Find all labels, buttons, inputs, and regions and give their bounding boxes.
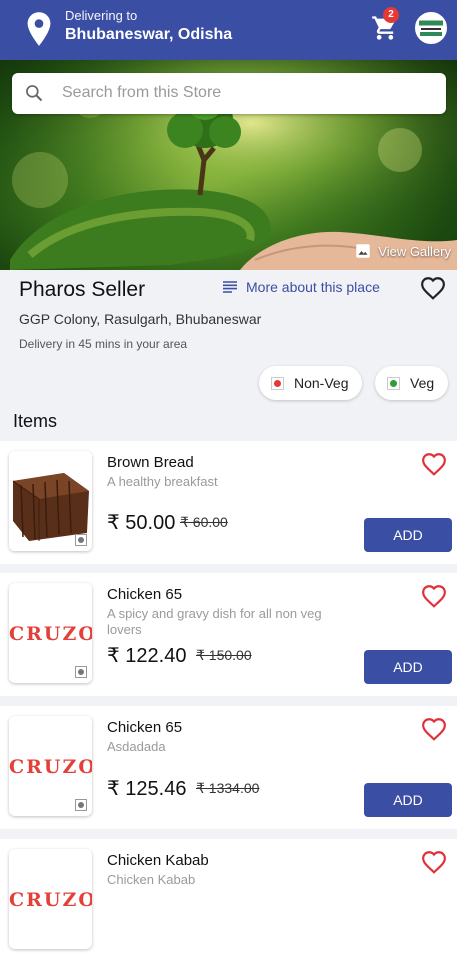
search-input[interactable]: Search from this Store bbox=[62, 84, 221, 102]
item-name: Chicken Kabab bbox=[107, 852, 209, 869]
brand-logo: CRUZO bbox=[9, 623, 92, 645]
item-old-price: ₹ 60.00 bbox=[180, 514, 228, 530]
top-bar: Delivering to Bhubaneswar, Odisha 2 bbox=[0, 0, 457, 60]
veg-indicator-icon bbox=[75, 666, 87, 678]
delivery-time: Delivery in 45 mins in your area bbox=[19, 337, 188, 351]
add-button[interactable]: ADD bbox=[364, 518, 452, 552]
item-old-price: ₹ 150.00 bbox=[196, 647, 252, 663]
add-button[interactable]: ADD bbox=[364, 783, 452, 817]
item-description: A spicy and gravy dish for all non veg l… bbox=[107, 606, 322, 637]
list-item[interactable]: Brown Bread A healthy breakfast ₹ 50.00 … bbox=[0, 441, 457, 564]
veg-icon bbox=[387, 376, 400, 390]
item-image: CRUZO bbox=[9, 583, 92, 683]
store-banner[interactable]: Search from this Store View Gallery bbox=[0, 60, 457, 270]
items-heading: Items bbox=[13, 411, 58, 431]
store-name: Pharos Seller bbox=[19, 278, 146, 301]
delivering-label: Delivering to bbox=[65, 8, 138, 23]
item-price: ₹ 122.40 bbox=[107, 645, 187, 667]
gallery-icon bbox=[356, 244, 371, 258]
cart-count-badge: 2 bbox=[383, 7, 399, 23]
item-price: ₹ 125.46 bbox=[107, 778, 187, 800]
item-description: A healthy breakfast bbox=[107, 474, 218, 489]
list-item[interactable]: CRUZO Chicken Kabab Chicken Kabab bbox=[0, 839, 457, 962]
filter-veg-label: Veg bbox=[410, 375, 435, 391]
brand-logo: CRUZO bbox=[9, 756, 92, 778]
filter-veg[interactable]: Veg bbox=[375, 366, 449, 400]
item-description: Asdadada bbox=[107, 739, 166, 754]
list-item[interactable]: CRUZO Chicken 65 A spicy and gravy dish … bbox=[0, 573, 457, 696]
item-description: Chicken Kabab bbox=[107, 872, 196, 887]
filter-non-veg-label: Non-Veg bbox=[294, 375, 349, 391]
favorite-heart-icon[interactable] bbox=[421, 850, 447, 874]
location-pin-icon[interactable] bbox=[24, 11, 54, 47]
non-veg-icon bbox=[271, 376, 284, 390]
brand-logo: CRUZO bbox=[9, 889, 92, 911]
item-name: Chicken 65 bbox=[107, 586, 183, 603]
more-about-link[interactable]: More about this place bbox=[222, 279, 380, 295]
item-image: CRUZO bbox=[9, 716, 92, 816]
item-image bbox=[9, 451, 92, 551]
store-address: GGP Colony, Rasulgarh, Bhubaneswar bbox=[19, 311, 262, 327]
search-bar[interactable]: Search from this Store bbox=[12, 73, 446, 114]
view-gallery-label: View Gallery bbox=[378, 243, 451, 259]
item-old-price: ₹ 1334.00 bbox=[196, 780, 260, 796]
add-button[interactable]: ADD bbox=[364, 650, 452, 684]
view-gallery-button[interactable]: View Gallery bbox=[354, 242, 451, 260]
veg-indicator-icon bbox=[75, 534, 87, 546]
item-price: ₹ 50.00 bbox=[107, 512, 176, 534]
favorite-heart-icon[interactable] bbox=[421, 452, 447, 476]
search-icon bbox=[26, 85, 43, 102]
veg-indicator-icon bbox=[75, 799, 87, 811]
favorite-heart-icon[interactable] bbox=[421, 717, 447, 741]
list-icon bbox=[223, 281, 237, 293]
favorite-heart-icon[interactable] bbox=[421, 584, 447, 608]
favorite-store-heart-icon[interactable] bbox=[420, 276, 446, 300]
list-item[interactable]: CRUZO Chicken 65 Asdadada ₹ 125.46 ₹ 133… bbox=[0, 706, 457, 829]
delivery-location[interactable]: Bhubaneswar, Odisha bbox=[65, 26, 232, 44]
profile-flag-icon bbox=[418, 15, 444, 41]
item-image: CRUZO bbox=[9, 849, 92, 949]
item-name: Brown Bread bbox=[107, 454, 194, 471]
item-name: Chicken 65 bbox=[107, 719, 183, 736]
filter-non-veg[interactable]: Non-Veg bbox=[259, 366, 363, 400]
avatar[interactable] bbox=[415, 12, 447, 44]
more-about-label: More about this place bbox=[246, 279, 380, 295]
